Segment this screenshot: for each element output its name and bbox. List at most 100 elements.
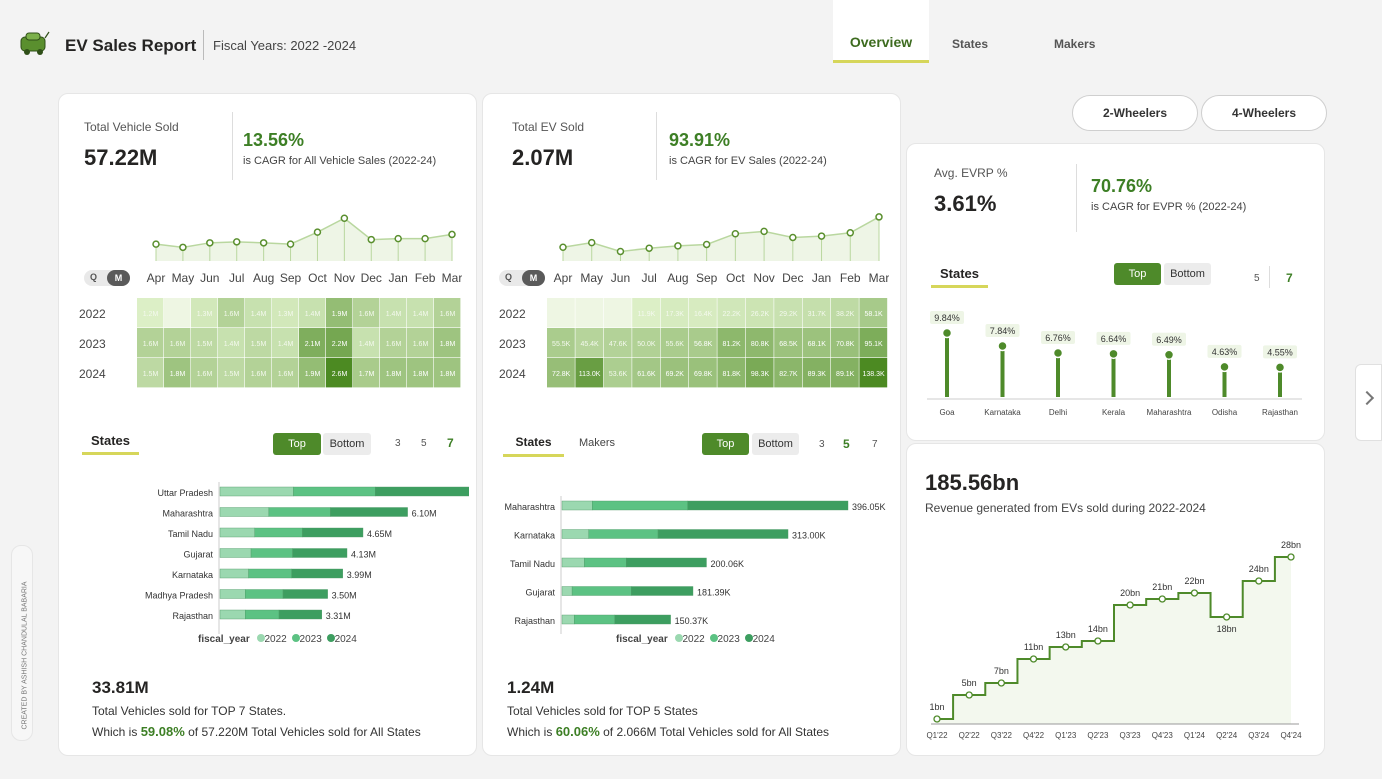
tab-makers[interactable]: Makers: [1054, 37, 1095, 51]
data-point: [313, 228, 322, 236]
heat-value: 81.8K: [722, 371, 741, 378]
toggle-q[interactable]: Q: [90, 272, 97, 282]
bottom-button[interactable]: Bottom: [752, 433, 799, 455]
heat-value: 1.4M: [413, 311, 429, 318]
revenue-label: 28bn: [1281, 540, 1301, 550]
title-divider: [203, 30, 204, 60]
revenue-point: [1094, 637, 1102, 645]
year-label: 2022: [499, 307, 526, 321]
bar-segment-2023: [248, 568, 292, 579]
bar-segment-2023: [574, 614, 615, 625]
tab-states[interactable]: States: [952, 37, 988, 51]
heat-value: 56.8K: [694, 341, 713, 348]
year-label: 2024: [499, 367, 526, 381]
kpi-value: 2.07M: [512, 145, 574, 170]
revenue-value: 185.56bn: [925, 470, 1020, 495]
next-page-button[interactable]: [1355, 364, 1382, 441]
revenue-label: 11bn: [1024, 642, 1043, 652]
revenue-card: 185.56bn Revenue generated from EVs sold…: [906, 443, 1325, 756]
q-m-toggle[interactable]: Q M: [499, 270, 545, 286]
count-3[interactable]: 3: [819, 439, 825, 450]
four-wheelers-button[interactable]: 4-Wheelers: [1201, 95, 1327, 131]
states-tab[interactable]: States: [503, 435, 564, 457]
heat-value: 1.6M: [251, 371, 267, 378]
data-point: [232, 238, 241, 246]
year-label: 2024: [79, 367, 106, 381]
app-logo-car-icon: [18, 28, 50, 58]
tab-overview[interactable]: Overview: [833, 0, 929, 63]
heat-value: 1.4M: [224, 341, 240, 348]
heat-value: 1.4M: [278, 341, 294, 348]
count-3[interactable]: 3: [395, 438, 401, 449]
revenue-label: 21bn: [1152, 582, 1172, 592]
heat-value: 89.3K: [808, 371, 827, 378]
legend-2022-label: 2022: [682, 634, 705, 645]
monthly-vehicle-sales-line-chart: Apr May Jun Jul Aug Sep Oct Nov Dec Jan Feb Mar: [147, 214, 462, 285]
month-label: Apr: [147, 271, 166, 285]
summary-line1: Total Vehicles sold for TOP 7 States.: [92, 704, 287, 718]
bar-segment-2023: [588, 529, 659, 539]
state-label: Gujarat: [183, 550, 213, 560]
states-tab[interactable]: States: [82, 433, 139, 455]
two-wheelers-button[interactable]: 2-Wheelers: [1072, 95, 1198, 131]
heat-value: 55.5K: [552, 341, 571, 348]
lollipop-label: 6.64%: [1101, 334, 1127, 344]
month-label: Aug: [667, 271, 688, 285]
legend-2023-dot: [709, 634, 718, 642]
count-7[interactable]: 7: [1286, 271, 1293, 285]
bar-segment-2022: [561, 500, 593, 511]
heat-value: 26.2K: [751, 311, 770, 318]
revenue-point: [1029, 655, 1038, 663]
credit-text: CREATED BY ASHISH CHANDULAL BABARIA: [21, 581, 29, 730]
state-label: Rajasthan: [1262, 408, 1298, 417]
kpi-label: Avg. EVRP %: [934, 166, 1008, 180]
bar-segment-2024: [330, 507, 408, 517]
lollipop-head: [1219, 361, 1230, 373]
state-label: Gujarat: [525, 588, 555, 598]
cagr-text: is CAGR for All Vehicle Sales (2022-24): [243, 155, 437, 167]
state-label: Tamil Nadu: [168, 529, 213, 539]
bar-total-label: 3.99M: [347, 570, 372, 580]
revenue-label: 22bn: [1184, 576, 1204, 586]
lollipop-head: [997, 340, 1008, 352]
count-7[interactable]: 7: [872, 439, 878, 450]
data-point: [875, 213, 883, 221]
kpi-divider: [1076, 164, 1077, 232]
states-tab[interactable]: States: [931, 266, 988, 288]
data-point: [152, 240, 160, 248]
count-5[interactable]: 5: [1254, 273, 1260, 284]
cagr-value: 93.91%: [669, 130, 731, 150]
state-label: Karnataka: [172, 570, 213, 580]
count-5[interactable]: 5: [421, 438, 427, 449]
q-m-toggle[interactable]: Q M: [84, 270, 130, 286]
data-point: [789, 233, 797, 242]
bottom-button[interactable]: Bottom: [1164, 263, 1211, 285]
toggle-m[interactable]: M: [522, 270, 545, 286]
bottom-button[interactable]: Bottom: [323, 433, 371, 455]
data-point: [559, 243, 567, 252]
heat-value: 55.6K: [666, 341, 685, 348]
revenue-step-chart: 1bn Q1'22 5bn Q2'22 7bn Q3'22 11bn Q4'22 13bn Q1'…: [926, 540, 1302, 740]
count-7[interactable]: 7: [447, 436, 454, 450]
count-5[interactable]: 5: [843, 437, 850, 451]
makers-tab[interactable]: Makers: [579, 437, 615, 449]
top-button[interactable]: Top: [702, 433, 749, 455]
month-label: Oct: [726, 271, 745, 285]
state-label: Rajasthan: [514, 616, 555, 626]
heat-value: 61.6K: [637, 371, 656, 378]
legend-2022-dot: [674, 634, 683, 642]
bar-segment-2024: [278, 609, 322, 620]
summary-pct: 60.06%: [555, 724, 600, 739]
revenue-point: [1158, 595, 1166, 603]
month-label: Mar: [869, 271, 889, 285]
top-button[interactable]: Top: [273, 433, 321, 455]
state-label: Karnataka: [984, 408, 1021, 417]
bar-segment-2024: [657, 529, 789, 539]
state-label: Odisha: [1212, 408, 1238, 417]
state-label: Maharashtra: [162, 509, 213, 519]
toggle-m[interactable]: M: [107, 270, 130, 286]
revenue-label: 1bn: [929, 702, 944, 712]
top-button[interactable]: Top: [1114, 263, 1161, 285]
cagr-text: is CAGR for EV Sales (2022-24): [669, 155, 827, 167]
toggle-q[interactable]: Q: [505, 272, 512, 282]
